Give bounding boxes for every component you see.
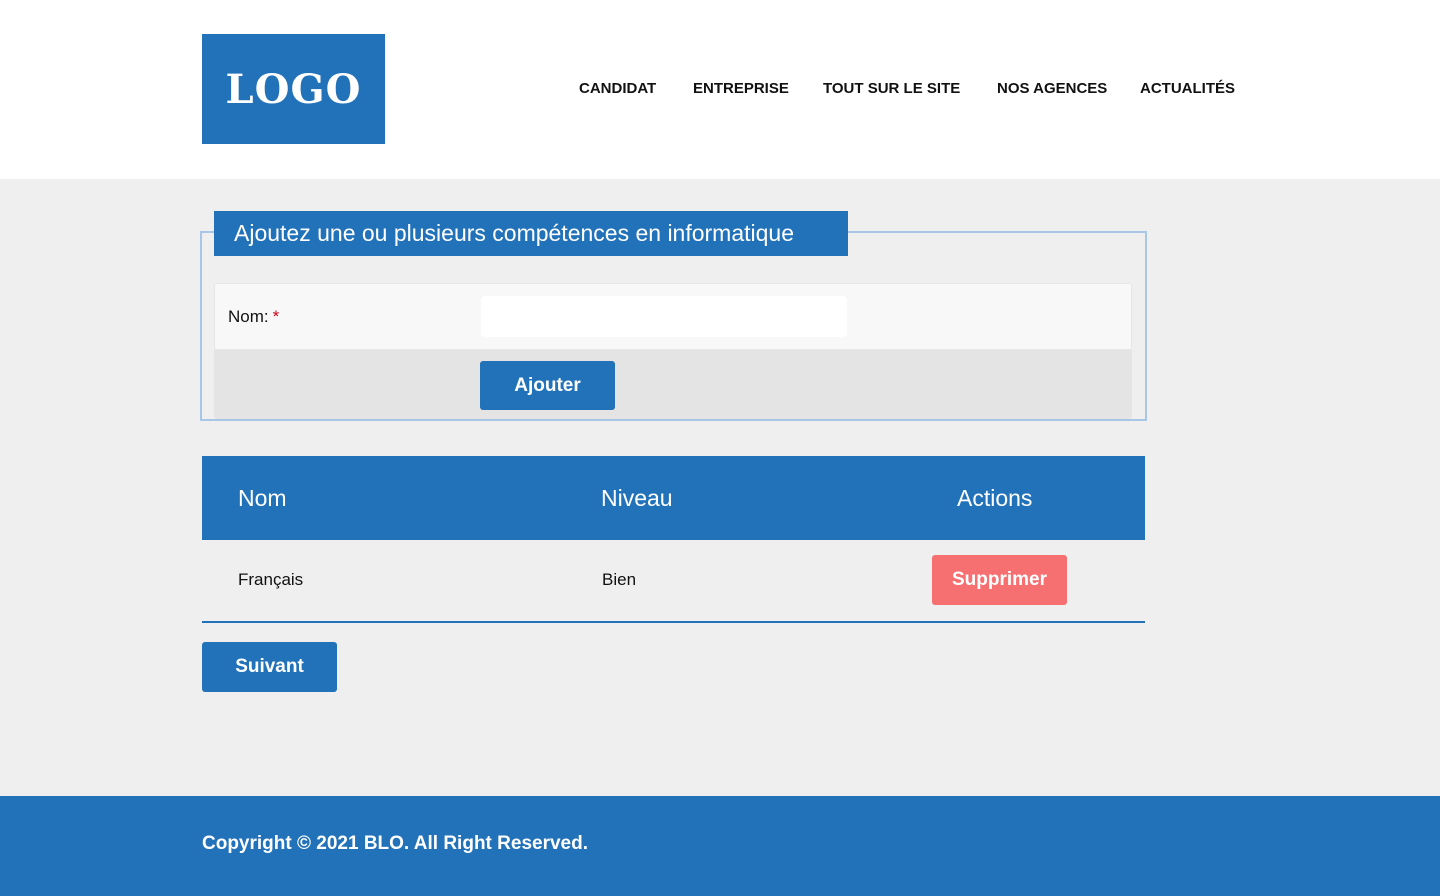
main-content: Ajoutez une ou plusieurs compétences en … xyxy=(0,179,1440,796)
nom-label-text: Nom: xyxy=(228,307,269,326)
nav-item-candidat[interactable]: CANDIDAT xyxy=(579,78,656,100)
nom-label: Nom: * xyxy=(228,307,279,327)
supprimer-button[interactable]: Supprimer xyxy=(932,555,1067,605)
table-header: Nom Niveau Actions xyxy=(202,456,1145,540)
nav-item-entreprise[interactable]: ENTREPRISE xyxy=(693,78,789,100)
form-row-nom: Nom: * xyxy=(214,283,1132,350)
site-footer: Copyright © 2021 BLO. All Right Reserved… xyxy=(0,796,1440,896)
cell-nom: Français xyxy=(238,570,304,589)
nav-item-tout-sur-le-site[interactable]: TOUT SUR LE SITE xyxy=(823,78,960,100)
nom-input[interactable] xyxy=(481,296,847,337)
column-header-niveau: Niveau xyxy=(601,485,673,511)
main-nav: CANDIDAT ENTREPRISE TOUT SUR LE SITE NOS… xyxy=(0,78,1440,100)
cell-niveau: Bien xyxy=(602,570,637,589)
form-actions: Ajouter xyxy=(214,350,1132,419)
column-header-nom: Nom xyxy=(238,485,287,511)
nav-item-actualites[interactable]: ACTUALITÉS xyxy=(1140,78,1235,100)
ajouter-button[interactable]: Ajouter xyxy=(480,361,615,410)
nav-item-nos-agences[interactable]: NOS AGENCES xyxy=(997,78,1107,100)
site-header: LOGO CANDIDAT ENTREPRISE TOUT SUR LE SIT… xyxy=(0,0,1440,179)
fieldset-legend: Ajoutez une ou plusieurs compétences en … xyxy=(214,211,848,256)
copyright-text: Copyright © 2021 BLO. All Right Reserved… xyxy=(202,833,588,854)
suivant-button[interactable]: Suivant xyxy=(202,642,337,692)
required-mark: * xyxy=(272,307,280,326)
table-row: Français Bien Supprimer xyxy=(202,540,1145,623)
column-header-actions: Actions xyxy=(957,485,1033,511)
